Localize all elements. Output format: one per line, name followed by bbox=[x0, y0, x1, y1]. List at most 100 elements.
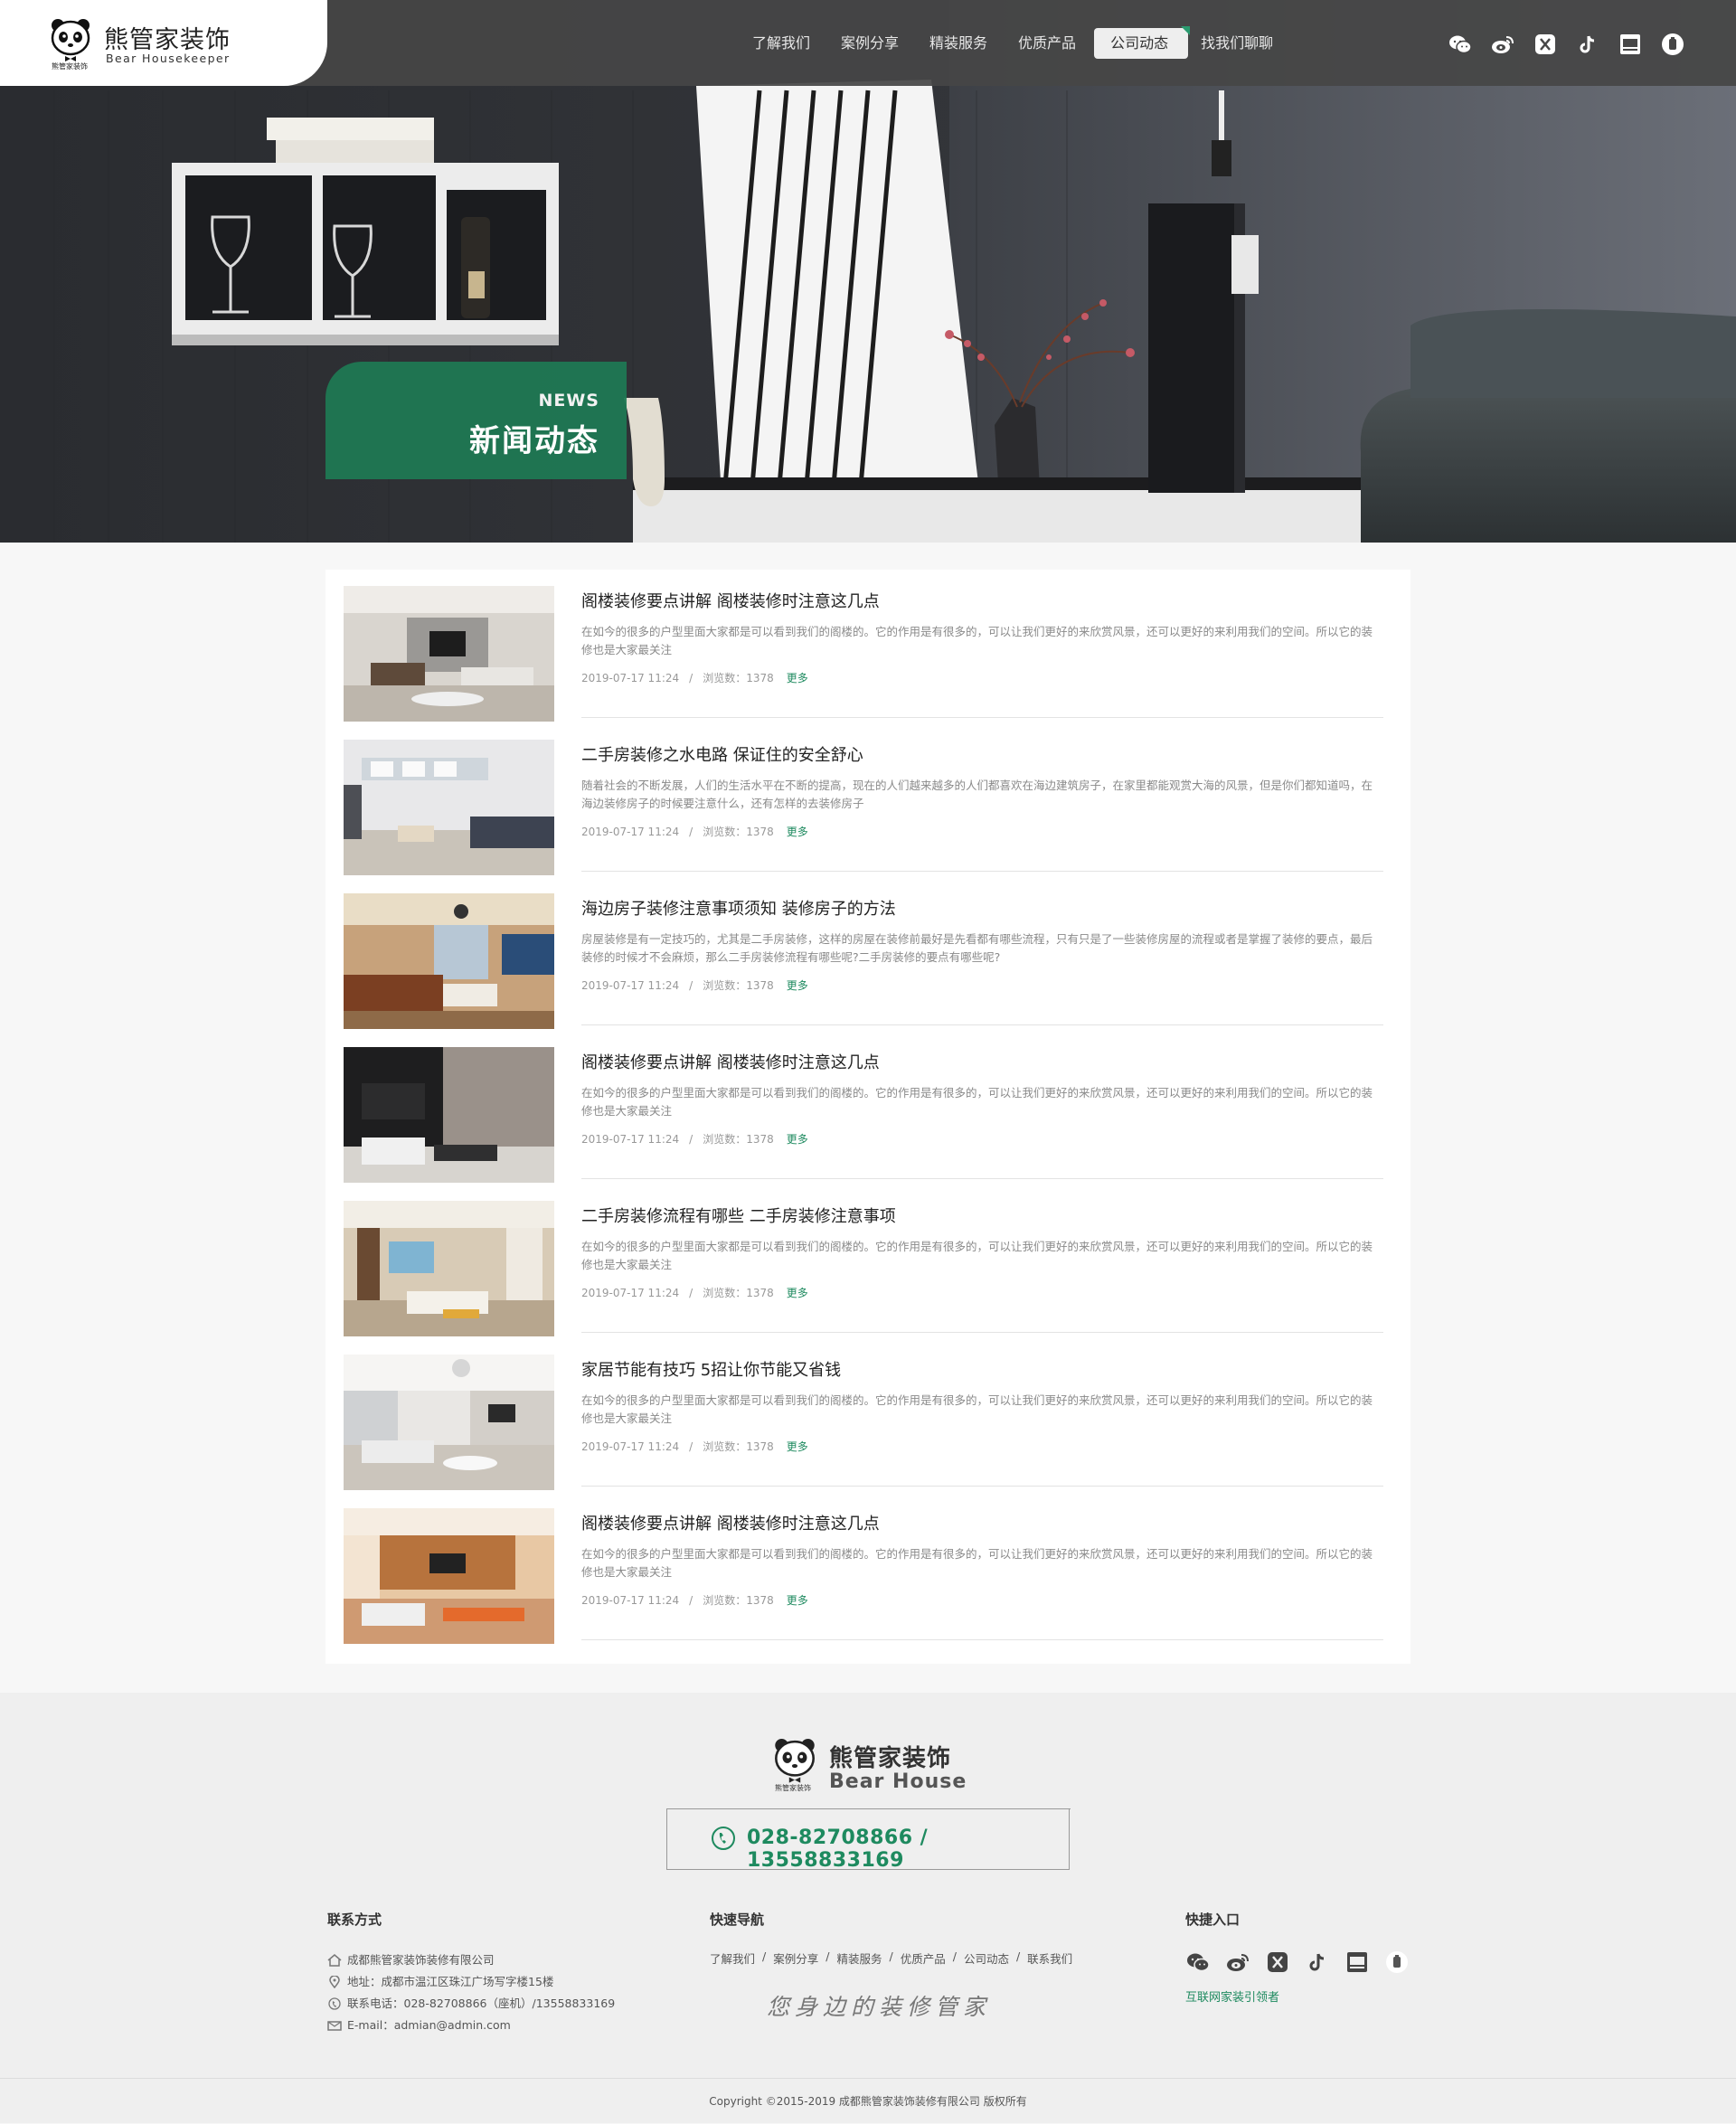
news-item: 海边房子装修注意事项须知 装修房子的方法 房屋装修是有一定技巧的，尤其是二手房装… bbox=[344, 877, 1383, 1029]
app-icon[interactable] bbox=[1532, 31, 1559, 58]
location-icon bbox=[329, 1976, 340, 1988]
news-thumbnail[interactable] bbox=[344, 893, 554, 1029]
home-icon bbox=[327, 1954, 342, 1967]
phone-icon bbox=[712, 1827, 735, 1850]
contact-tel: 联系电话：028-82708866（座机）/13558833169 bbox=[327, 1993, 615, 2015]
nav-item-services[interactable]: 精装服务 bbox=[917, 28, 1005, 59]
nav-item-news[interactable]: 公司动态 bbox=[1094, 26, 1191, 59]
news-item: 阁楼装修要点讲解 阁楼装修时注意这几点 在如今的很多的户型里面大家都是可以看到我… bbox=[344, 1031, 1383, 1183]
news-desc: 在如今的很多的户型里面大家都是可以看到我们的阁楼的。它的作用是有很多的，可以让我… bbox=[581, 625, 1373, 656]
nav-item-about[interactable]: 了解我们 bbox=[740, 28, 828, 59]
footer-nav-news[interactable]: 公司动态 bbox=[964, 1949, 1009, 1967]
nav-item-products[interactable]: 优质产品 bbox=[1005, 28, 1094, 59]
news-thumbnail[interactable] bbox=[344, 740, 554, 875]
news-thumbnail[interactable] bbox=[344, 1201, 554, 1336]
news-title[interactable]: 二手房装修之水电路 保证住的安全舒心 bbox=[581, 738, 1383, 774]
divider bbox=[581, 717, 1383, 718]
footer-contact: 联系方式 成都熊管家装饰装修有限公司 地址：成都市温江区珠江广场写字楼15楼 联… bbox=[327, 1910, 615, 2036]
more-link[interactable]: 更多 bbox=[787, 1594, 808, 1607]
news-title[interactable]: 阁楼装修要点讲解 阁楼装修时注意这几点 bbox=[581, 584, 1383, 620]
footer-nav-about[interactable]: 了解我们 bbox=[710, 1949, 755, 1967]
footer-phone[interactable]: 028-82708866 / 13558833169 bbox=[747, 1827, 1069, 1872]
douyin-icon[interactable] bbox=[1305, 1949, 1330, 1975]
news-title[interactable]: 家居节能有技巧 5招让你节能又省钱 bbox=[581, 1353, 1383, 1389]
footer-nav-contact[interactable]: 联系我们 bbox=[1027, 1949, 1072, 1967]
divider bbox=[581, 1639, 1383, 1640]
footer-nav-services[interactable]: 精装服务 bbox=[836, 1949, 882, 1967]
footer-slogan: 您身边的装修管家 bbox=[767, 1994, 992, 2020]
divider bbox=[581, 871, 1383, 872]
more-link[interactable]: 更多 bbox=[787, 1440, 808, 1453]
news-date: 2019-07-17 11:24 bbox=[581, 1133, 680, 1146]
news-item: 二手房装修之水电路 保证住的安全舒心 随着社会的不断发展，人们的生活水平在不断的… bbox=[344, 723, 1383, 875]
news-meta: 2019-07-17 11:24/浏览数：1378 更多 bbox=[581, 1287, 808, 1299]
header-social-icons bbox=[1447, 31, 1686, 58]
zhaohu-icon[interactable] bbox=[1617, 31, 1644, 58]
footer-quick-link[interactable]: 互联网家装引领者 bbox=[1185, 1987, 1410, 2005]
contact-email: E-mail：admian@admin.com bbox=[327, 2015, 615, 2036]
nav-item-cases[interactable]: 案例分享 bbox=[828, 28, 917, 59]
contact-address: 地址：成都市温江区珠江广场写字楼15楼 bbox=[327, 1971, 615, 1993]
contact-tel-text: 联系电话：028-82708866（座机）/13558833169 bbox=[347, 1997, 616, 2010]
divider bbox=[581, 1178, 1383, 1179]
footer-quick-title: 快捷入口 bbox=[1185, 1912, 1241, 1928]
news-views: 浏览数：1378 bbox=[703, 1287, 774, 1299]
news-item: 阁楼装修要点讲解 阁楼装修时注意这几点 在如今的很多的户型里面大家都是可以看到我… bbox=[344, 570, 1383, 722]
nav-item-contact[interactable]: 找我们聊聊 bbox=[1188, 28, 1291, 59]
wechat-icon[interactable] bbox=[1185, 1949, 1211, 1975]
footer-quick-entry: 快捷入口 互联网家装引领者 bbox=[1185, 1910, 1410, 2005]
divider bbox=[581, 1486, 1383, 1487]
logo-caption: 熊管家装饰 bbox=[52, 62, 88, 71]
weibo-icon[interactable] bbox=[1489, 31, 1516, 58]
pinduoduo-icon[interactable] bbox=[1384, 1949, 1410, 1975]
contact-email-text: E-mail：admian@admin.com bbox=[347, 2018, 511, 2032]
news-views: 浏览数：1378 bbox=[703, 826, 774, 838]
news-desc: 在如今的很多的户型里面大家都是可以看到我们的阁楼的。它的作用是有很多的，可以让我… bbox=[581, 1240, 1373, 1271]
zhaohu-icon[interactable] bbox=[1344, 1949, 1370, 1975]
news-thumbnail[interactable] bbox=[344, 586, 554, 722]
news-views: 浏览数：1378 bbox=[703, 979, 774, 992]
footer-logo-caption: 熊管家装饰 bbox=[775, 1784, 811, 1792]
news-title[interactable]: 阁楼装修要点讲解 阁楼装修时注意这几点 bbox=[581, 1506, 1383, 1543]
news-date: 2019-07-17 11:24 bbox=[581, 979, 680, 992]
news-title[interactable]: 海边房子装修注意事项须知 装修房子的方法 bbox=[581, 892, 1383, 928]
footer-nav-products[interactable]: 优质产品 bbox=[901, 1949, 946, 1967]
more-link[interactable]: 更多 bbox=[787, 979, 808, 992]
news-title[interactable]: 阁楼装修要点讲解 阁楼装修时注意这几点 bbox=[581, 1045, 1383, 1081]
news-desc: 在如今的很多的户型里面大家都是可以看到我们的阁楼的。它的作用是有很多的，可以让我… bbox=[581, 1547, 1373, 1579]
news-item: 二手房装修流程有哪些 二手房装修注意事项 在如今的很多的户型里面大家都是可以看到… bbox=[344, 1185, 1383, 1336]
phone-icon bbox=[328, 1997, 341, 2010]
more-link[interactable]: 更多 bbox=[787, 672, 808, 684]
news-thumbnail[interactable] bbox=[344, 1047, 554, 1183]
news-date: 2019-07-17 11:24 bbox=[581, 1440, 680, 1453]
logo[interactable]: 熊管家装饰 熊管家装饰 Bear Housekeeper bbox=[0, 0, 327, 86]
footer-nav-links: 了解我们 / 案例分享 / 精装服务 / 优质产品 / 公司动态 / 联系我们 bbox=[710, 1949, 1073, 1967]
news-date: 2019-07-17 11:24 bbox=[581, 672, 680, 684]
news-desc: 在如今的很多的户型里面大家都是可以看到我们的阁楼的。它的作用是有很多的，可以让我… bbox=[581, 1086, 1373, 1118]
news-desc: 随着社会的不断发展，人们的生活水平在不断的提高，现在的人们越来越多的人们都喜欢在… bbox=[581, 779, 1373, 810]
news-thumbnail[interactable] bbox=[344, 1355, 554, 1490]
news-date: 2019-07-17 11:24 bbox=[581, 1287, 680, 1299]
news-thumbnail[interactable] bbox=[344, 1508, 554, 1644]
app-icon[interactable] bbox=[1265, 1949, 1290, 1975]
footer-phone-box: 028-82708866 / 13558833169 bbox=[666, 1808, 1071, 1872]
more-link[interactable]: 更多 bbox=[787, 1133, 808, 1146]
wechat-icon[interactable] bbox=[1447, 31, 1474, 58]
news-meta: 2019-07-17 11:24/浏览数：1378 更多 bbox=[581, 1440, 808, 1453]
footer-logo[interactable]: 熊管家装饰 熊管家装饰 Bear House bbox=[773, 1738, 972, 1801]
douyin-icon[interactable] bbox=[1574, 31, 1601, 58]
divider bbox=[581, 1332, 1383, 1333]
pinduoduo-icon[interactable] bbox=[1659, 31, 1686, 58]
news-meta: 2019-07-17 11:24/浏览数：1378 更多 bbox=[581, 826, 808, 838]
weibo-icon[interactable] bbox=[1225, 1949, 1250, 1975]
news-views: 浏览数：1378 bbox=[703, 1133, 774, 1146]
news-views: 浏览数：1378 bbox=[703, 672, 774, 684]
contact-company-text: 成都熊管家装饰装修有限公司 bbox=[347, 1953, 495, 1967]
news-title[interactable]: 二手房装修流程有哪些 二手房装修注意事项 bbox=[581, 1199, 1383, 1235]
news-date: 2019-07-17 11:24 bbox=[581, 1594, 680, 1607]
footer-nav-cases[interactable]: 案例分享 bbox=[773, 1949, 818, 1967]
more-link[interactable]: 更多 bbox=[787, 826, 808, 838]
more-link[interactable]: 更多 bbox=[787, 1287, 808, 1299]
news-meta: 2019-07-17 11:24/浏览数：1378 更多 bbox=[581, 979, 808, 992]
divider bbox=[581, 1024, 1383, 1025]
